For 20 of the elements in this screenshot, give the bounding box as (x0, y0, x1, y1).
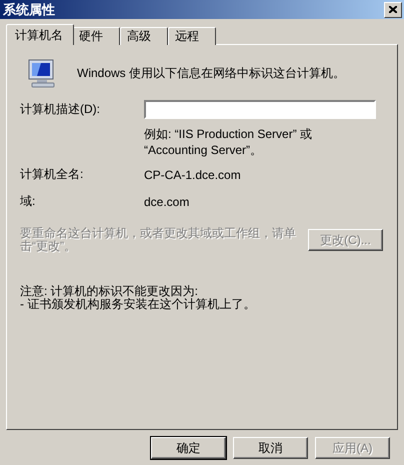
dialog-button[interactable]: 取消 (233, 437, 308, 459)
hint-text: 例如: “IIS Production Server” 或 “Accounting Server”。 (144, 126, 314, 158)
tab[interactable]: 计算机名 (6, 24, 74, 45)
field-label: 域: (20, 193, 36, 210)
intro-text: Windows 使用以下信息在网络中标识这台计算机。 (77, 64, 346, 82)
close-button[interactable] (384, 2, 402, 18)
tab[interactable]: 高级 (120, 27, 168, 45)
field-value: CP-CA-1.dce.com (144, 168, 241, 182)
close-icon (389, 6, 397, 13)
tab[interactable]: 硬件 (72, 27, 120, 45)
dialog-button[interactable]: 确定 (151, 437, 226, 459)
tab[interactable]: 远程 (168, 27, 216, 45)
field-label: 计算机全名: (20, 166, 84, 183)
field-value: dce.com (144, 194, 190, 208)
window-title: 系统属性 (3, 0, 55, 18)
note-text: 注意: 计算机的标识不能更改因为: (20, 285, 200, 298)
rename-text: 要重命名这台计算机，或者更改其域或工作组，请单击“更改”。 (20, 227, 297, 253)
field-label: 计算机描述(D): (20, 101, 101, 118)
note-text: - 证书颁发机构服务安装在这个计算机上了。 (20, 298, 256, 311)
input-field[interactable] (144, 100, 376, 119)
